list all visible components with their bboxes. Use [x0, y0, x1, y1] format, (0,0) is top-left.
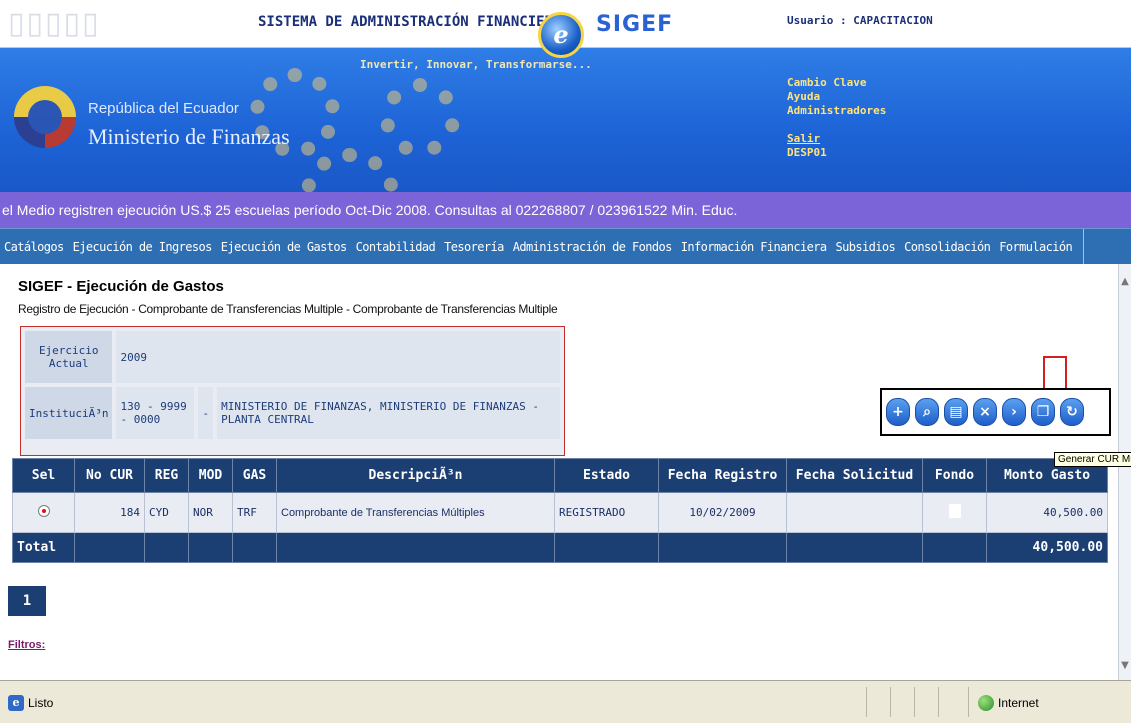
app-header: ▯▯▯▯▯ SISTEMA DE ADMINISTRACIÓN FINANCIE… [0, 0, 1131, 192]
ministry-emblem-icon [14, 86, 76, 148]
menu-item-consolidacion[interactable]: Consolidación [904, 240, 991, 254]
toolbar-tooltip: Generar CUR Mu [1054, 452, 1131, 467]
breadcrumb: Registro de Ejecución - Comprobante de T… [18, 302, 558, 316]
announcement-marquee: el Medio registren ejecución US.$ 25 esc… [0, 192, 1131, 228]
row-select-radio[interactable] [12, 492, 75, 533]
context-info-box: Ejercicio Actual 2009 InstituciÃ³n 130 -… [20, 326, 565, 456]
cell-mod: NOR [188, 492, 233, 533]
link-ayuda[interactable]: Ayuda [787, 90, 886, 104]
action-toolbar: + ⌕ ▤ × › ❐ ↻ [880, 388, 1111, 436]
vertical-scrollbar[interactable]: ▲ ▼ [1118, 264, 1131, 680]
scroll-down-icon[interactable]: ▼ [1119, 660, 1131, 672]
header-banner: Invertir, Innovar, Transformarse... Repú… [0, 48, 1131, 192]
fondo-checkbox[interactable] [948, 504, 961, 518]
cell-reg: CYD [144, 492, 189, 533]
ejercicio-label: Ejercicio Actual [25, 331, 113, 383]
col-no-cur[interactable]: No CUR [74, 458, 145, 493]
server-label: DESP01 [787, 146, 827, 159]
col-estado[interactable]: Estado [554, 458, 659, 493]
status-text: Listo [28, 696, 54, 710]
menu-item-ejecucion-gastos[interactable]: Ejecución de Gastos [221, 240, 347, 254]
print-icon[interactable]: ▤ [944, 398, 968, 426]
system-title: SISTEMA DE ADMINISTRACIÓN FINANCIERA [258, 14, 562, 30]
faded-logo-watermark: ▯▯▯▯▯ [8, 6, 101, 41]
user-label: Usuario : CAPACITACION [787, 14, 933, 27]
cell-estado: REGISTRADO [554, 492, 659, 533]
sigef-logo: SIGEF [596, 12, 674, 37]
results-grid: Sel No CUR REG MOD GAS DescripciÃ³n Esta… [12, 458, 1108, 563]
institucion-name: MINISTERIO DE FINANZAS, MINISTERIO DE FI… [217, 387, 560, 439]
institucion-label: InstituciÃ³n [25, 387, 113, 439]
institucion-separator: - [198, 387, 214, 439]
cell-fecha-solicitud [786, 492, 923, 533]
cell-monto: 40,500.00 [986, 492, 1108, 533]
menu-item-formulacion[interactable]: Formulación [999, 240, 1072, 254]
table-row[interactable]: 184 CYD NOR TRF Comprobante de Transfere… [12, 492, 1108, 533]
menu-item-administracion-fondos[interactable]: Administración de Fondos [513, 240, 673, 254]
col-sel[interactable]: Sel [12, 458, 75, 493]
col-fondo[interactable]: Fondo [922, 458, 987, 493]
col-descripcion[interactable]: DescripciÃ³n [276, 458, 555, 493]
gear-icon [380, 78, 460, 158]
forward-doc-icon[interactable]: › [1002, 398, 1026, 426]
copy-doc-icon[interactable]: ❐ [1031, 398, 1055, 426]
col-fecha-registro[interactable]: Fecha Registro [658, 458, 787, 493]
col-gas[interactable]: GAS [232, 458, 277, 493]
menu-item-subsidios[interactable]: Subsidios [836, 240, 896, 254]
link-cambio-clave[interactable]: Cambio Clave [787, 76, 886, 90]
total-row: Total 40,500.00 [12, 532, 1108, 563]
cell-descripcion: Comprobante de Transferencias Múltiples [276, 492, 555, 533]
search-doc-icon[interactable]: ⌕ [915, 398, 939, 426]
page-title: SIGEF - Ejecución de Gastos [18, 278, 224, 295]
col-fecha-solicitud[interactable]: Fecha Solicitud [786, 458, 923, 493]
toolbar-highlight-marker [1043, 356, 1067, 392]
cell-gas: TRF [232, 492, 277, 533]
main-menu: Catálogos Ejecución de Ingresos Ejecució… [0, 228, 1131, 265]
browser-status-bar: e Listo Internet [0, 680, 1131, 723]
status-divider [866, 687, 867, 717]
country-name: República del Ecuador [88, 100, 239, 117]
cell-fondo [922, 492, 987, 533]
menu-item-catalogos[interactable]: Catálogos [4, 240, 64, 254]
ie-page-icon: e [8, 695, 24, 711]
status-divider [938, 687, 939, 717]
cell-fecha-registro: 10/02/2009 [658, 492, 787, 533]
filtros-link[interactable]: Filtros: [8, 639, 45, 651]
menu-item-contabilidad[interactable]: Contabilidad [356, 240, 436, 254]
menu-item-tesoreria[interactable]: Tesorería [444, 240, 504, 254]
ministry-name: Ministerio de Finanzas [88, 124, 290, 149]
delete-doc-icon[interactable]: × [973, 398, 997, 426]
security-zone-text: Internet [998, 696, 1039, 710]
header-links: Cambio Clave Ayuda Administradores Salir… [787, 76, 886, 160]
radio-selected-icon[interactable] [37, 505, 50, 517]
total-value: 40,500.00 [986, 532, 1108, 563]
menu-item-ejecucion-ingresos[interactable]: Ejecución de Ingresos [73, 240, 213, 254]
scroll-up-icon[interactable]: ▲ [1119, 276, 1131, 288]
status-divider [968, 687, 969, 717]
internet-globe-icon [978, 695, 994, 711]
add-doc-icon[interactable]: + [886, 398, 910, 426]
pager-page-1[interactable]: 1 [8, 586, 46, 616]
col-reg[interactable]: REG [144, 458, 189, 493]
link-salir[interactable]: Salir [787, 132, 886, 146]
link-administradores[interactable]: Administradores [787, 104, 886, 118]
e-logo-icon: e [538, 12, 584, 58]
refresh-icon[interactable]: ↻ [1060, 398, 1084, 426]
menu-item-informacion-financiera[interactable]: Información Financiera [681, 240, 827, 254]
ejercicio-value: 2009 [116, 331, 560, 383]
col-mod[interactable]: MOD [188, 458, 233, 493]
slogan: Invertir, Innovar, Transformarse... [360, 58, 592, 71]
gear-icon [300, 148, 400, 192]
status-divider [914, 687, 915, 717]
total-label: Total [12, 532, 75, 563]
status-divider [890, 687, 891, 717]
main-content: SIGEF - Ejecución de Gastos Registro de … [0, 264, 1118, 680]
cell-no-cur: 184 [74, 492, 145, 533]
institucion-code: 130 - 9999 - 0000 [116, 387, 195, 439]
